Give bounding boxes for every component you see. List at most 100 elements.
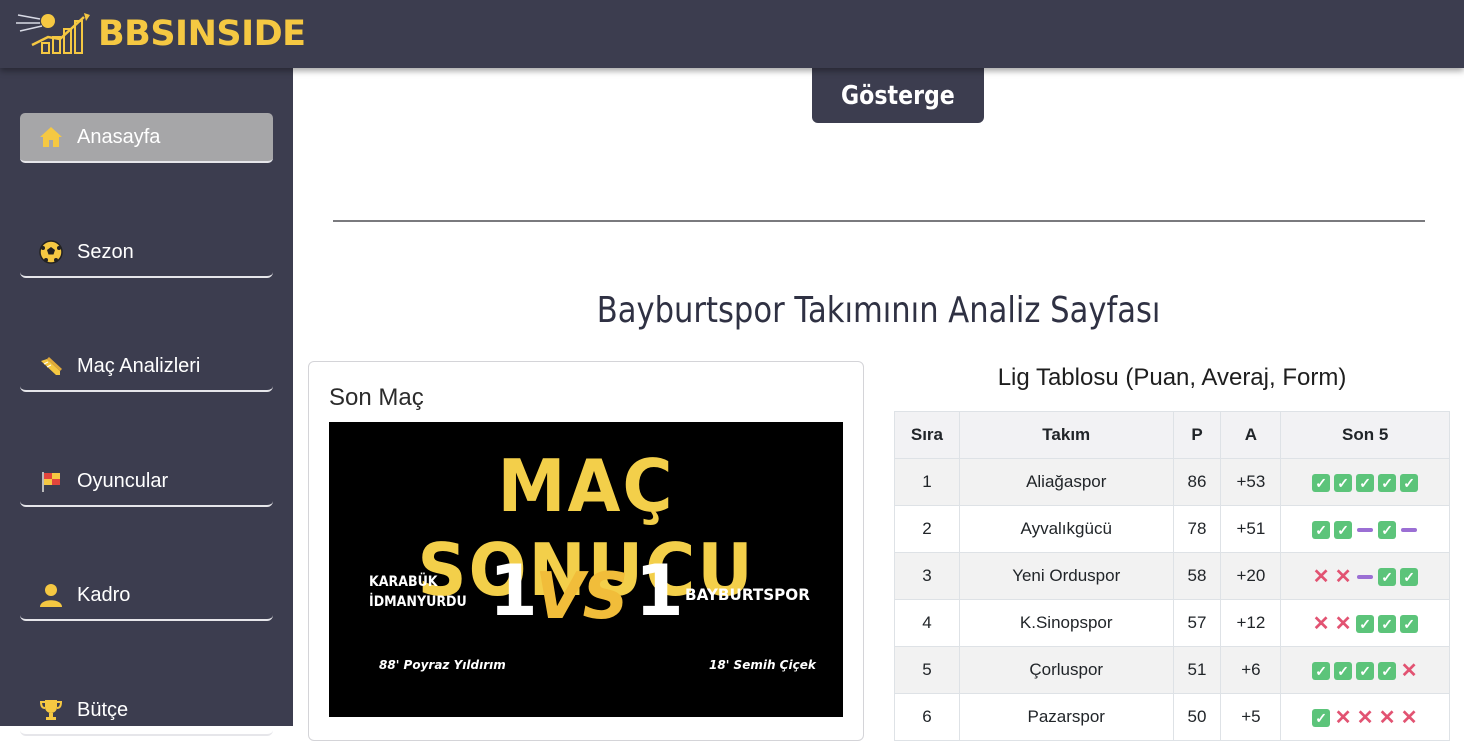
team-cell: Pazarspor <box>958 693 1174 741</box>
team-cell: Yeni Orduspor <box>958 552 1174 600</box>
column-header[interactable]: Son 5 <box>1280 411 1450 459</box>
team-cell: Aliağaspor <box>958 458 1174 506</box>
draw-dash-icon <box>1356 521 1374 539</box>
sidebar: Anasayfa Sezon Maç Analizleri Oyuncular … <box>0 68 293 736</box>
table-header-row: Sıra Takım P A Son 5 <box>894 411 1450 459</box>
league-table-title: Lig Tablosu (Puan, Averaj, Form) <box>997 364 1347 391</box>
win-check-icon <box>1334 661 1353 680</box>
person-icon <box>38 582 64 608</box>
card-title: Son Maç <box>329 384 424 411</box>
sidebar-item-mac-analizleri[interactable]: Maç Analizleri <box>20 342 273 392</box>
divider <box>333 220 1425 222</box>
form-cell <box>1280 552 1450 600</box>
draw-dash-icon <box>1356 568 1374 586</box>
win-check-icon <box>1378 614 1397 633</box>
table-row[interactable]: 3 Yeni Orduspor 58 +20 <box>894 552 1450 600</box>
loss-cross-icon <box>1334 567 1352 586</box>
away-scorer: 18' Semih Çiçek <box>709 658 816 672</box>
home-score: 1 <box>489 550 538 632</box>
cleat-icon <box>38 353 64 379</box>
sidebar-item-label: Maç Analizleri <box>77 354 201 377</box>
sidebar-item-anasayfa[interactable]: Anasayfa <box>20 113 273 163</box>
sidebar-item-kadro[interactable]: Kadro <box>20 571 273 621</box>
brand-name: BBSINSIDE <box>98 14 306 54</box>
league-table: Sıra Takım P A Son 5 1Aliağaspor86+532Ay… <box>894 411 1450 741</box>
win-check-icon <box>1356 661 1375 680</box>
average-cell: +51 <box>1220 505 1282 553</box>
match-result-image: MAÇ SONUCU KARABÜK İDMANYURDU 1 VS 1 BAY… <box>329 422 843 717</box>
points-cell: 51 <box>1172 646 1222 694</box>
win-check-icon <box>1334 520 1353 539</box>
average-cell: +5 <box>1220 693 1282 741</box>
sidebar-item-label: Oyuncular <box>77 469 169 492</box>
column-header[interactable]: P <box>1172 411 1222 459</box>
table-row[interactable]: 4 K.Sinopspor 57 +12 <box>894 599 1450 647</box>
page-title: Bayburtspor Takımının Analiz Sayfası <box>293 290 1464 331</box>
away-score: 1 <box>635 550 684 632</box>
win-check-icon <box>1312 661 1331 680</box>
win-check-icon <box>1378 473 1397 492</box>
tab-gosterge[interactable]: Gösterge <box>812 68 984 123</box>
win-check-icon <box>1356 473 1375 492</box>
form-cell <box>1280 599 1450 647</box>
main-content: Gösterge Bayburtspor Takımının Analiz Sa… <box>293 68 1464 741</box>
tab-label: Gösterge <box>841 80 955 111</box>
table-row[interactable]: 2 Ayvalıkgücü 78 +51 <box>894 505 1450 553</box>
form-cell <box>1280 646 1450 694</box>
rank-cell: 4 <box>894 599 960 647</box>
vs-label: VS <box>535 560 629 634</box>
brand-logo[interactable]: BBSINSIDE <box>14 8 306 60</box>
table-row[interactable]: 5 Çorluspor 51 +6 <box>894 646 1450 694</box>
home-scorer: 88' Poyraz Yıldırım <box>379 658 506 672</box>
points-cell: 50 <box>1172 693 1222 741</box>
page-title-text: Bayburtspor Takımının Analiz Sayfası <box>596 290 1161 331</box>
away-team: BAYBURTSPOR <box>685 585 810 604</box>
loss-cross-icon <box>1334 708 1352 727</box>
sidebar-item-butce[interactable]: Bütçe <box>20 686 273 736</box>
loss-cross-icon <box>1356 708 1374 727</box>
sidebar-item-oyuncular[interactable]: Oyuncular <box>20 457 273 507</box>
win-check-icon <box>1400 567 1419 586</box>
trophy-icon <box>38 697 64 723</box>
last-match-card: Son Maç MAÇ SONUCU KARABÜK İDMANYURDU 1 … <box>308 361 864 741</box>
sidebar-item-label: Bütçe <box>77 698 129 721</box>
win-check-icon <box>1312 520 1331 539</box>
points-cell: 86 <box>1172 458 1222 506</box>
average-cell: +6 <box>1220 646 1282 694</box>
team-cell: K.Sinopspor <box>958 599 1174 647</box>
points-cell: 58 <box>1172 552 1222 600</box>
points-cell: 78 <box>1172 505 1222 553</box>
form-cell <box>1280 505 1450 553</box>
average-cell: +53 <box>1220 458 1282 506</box>
sidebar-item-label: Kadro <box>77 583 131 606</box>
home-team: KARABÜK İDMANYURDU <box>369 574 467 610</box>
win-check-icon <box>1378 567 1397 586</box>
loss-cross-icon <box>1312 614 1330 633</box>
win-check-icon <box>1378 661 1397 680</box>
win-check-icon <box>1334 473 1353 492</box>
rank-cell: 6 <box>894 693 960 741</box>
soccer-ball-icon <box>38 239 64 265</box>
win-check-icon <box>1356 614 1375 633</box>
column-header[interactable]: A <box>1220 411 1282 459</box>
logo-icon <box>16 13 90 54</box>
points-cell: 57 <box>1172 599 1222 647</box>
column-header[interactable]: Sıra <box>894 411 960 459</box>
loss-cross-icon <box>1312 567 1330 586</box>
home-icon <box>38 124 64 150</box>
sidebar-item-label: Sezon <box>77 240 134 263</box>
average-cell: +20 <box>1220 552 1282 600</box>
team-cell: Çorluspor <box>958 646 1174 694</box>
sidebar-item-label: Anasayfa <box>77 125 161 148</box>
win-check-icon <box>1400 614 1419 633</box>
rank-cell: 3 <box>894 552 960 600</box>
loss-cross-icon <box>1378 708 1396 727</box>
form-cell <box>1280 693 1450 741</box>
table-row[interactable]: 1 Aliağaspor 86 +53 <box>894 458 1450 506</box>
sidebar-item-sezon[interactable]: Sezon <box>20 228 273 278</box>
column-header[interactable]: Takım <box>958 411 1174 459</box>
team-cell: Ayvalıkgücü <box>958 505 1174 553</box>
top-bar: BBSINSIDE <box>0 0 1464 68</box>
table-row[interactable]: 6 Pazarspor 50 +5 <box>894 693 1450 741</box>
win-check-icon <box>1400 473 1419 492</box>
